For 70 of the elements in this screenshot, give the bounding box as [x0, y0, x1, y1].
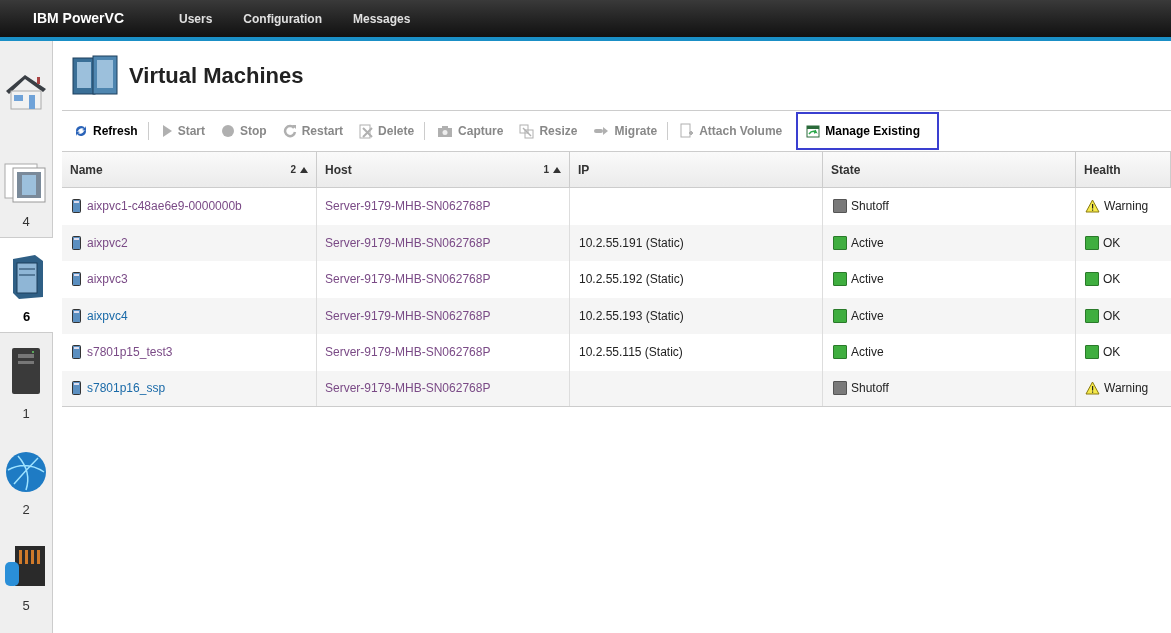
vm-name-link[interactable]: aixpvc3 [87, 270, 128, 289]
state-label: Shutoff [851, 198, 889, 216]
state-label: Active [851, 344, 884, 362]
page-title: Virtual Machines [129, 62, 304, 90]
vm-icon [72, 381, 81, 396]
resize-icon [519, 123, 535, 139]
health-label: OK [1103, 307, 1121, 325]
item-count: 5 [22, 596, 30, 615]
sort-up-icon [553, 166, 561, 173]
vm-name-link[interactable]: aixpvc1-c48ae6e9-0000000b [87, 197, 242, 216]
health-label: Warning [1104, 198, 1149, 216]
health-label: Warning [1104, 380, 1149, 398]
host-link[interactable]: Server-9179-MHB-SN062768P [325, 270, 491, 289]
menu-link[interactable]: Users [179, 9, 213, 28]
attach-volume-icon [680, 123, 695, 139]
vm-name-link[interactable]: aixpvc4 [87, 306, 128, 325]
globe-icon [4, 449, 48, 494]
ip-address: 10.2.55.193 (Static) [579, 307, 684, 325]
menu-link[interactable]: Messages [353, 9, 411, 28]
ip-address: 10.2.55.192 (Static) [579, 271, 684, 289]
vm-name-link[interactable]: s7801p16_ssp [87, 379, 166, 398]
host-link[interactable]: Server-9179-MHB-SN062768P [325, 197, 491, 216]
sort-indicator: 2 [290, 162, 308, 177]
sidebar-item[interactable]: 6 [0, 237, 53, 333]
brand-name: IBM PowerVC [33, 9, 125, 28]
sort-indicator: 1 [543, 162, 561, 177]
toolbar-button[interactable]: Refresh [68, 112, 144, 150]
play-icon [160, 124, 173, 138]
item-count: 1 [22, 404, 30, 423]
sort-up-icon [300, 166, 308, 173]
host-link[interactable]: Server-9179-MHB-SN062768P [325, 343, 491, 362]
column-header[interactable]: Health [1076, 152, 1171, 187]
host-link[interactable]: Server-9179-MHB-SN062768P [325, 233, 491, 252]
vm-name-link[interactable]: aixpvc2 [87, 233, 128, 252]
column-header[interactable]: IP [570, 152, 823, 187]
column-header[interactable]: State [823, 152, 1076, 187]
vm-icon [72, 199, 81, 214]
health-label: OK [1103, 344, 1121, 362]
vm-icon [72, 235, 81, 250]
item-count: 2 [22, 500, 30, 519]
sidebar-item[interactable]: 4 [0, 141, 52, 237]
camera-icon [437, 124, 454, 138]
item-count: 4 [22, 212, 30, 231]
ip-address: 10.2.55.115 (Static) [579, 344, 683, 362]
restart-icon [282, 124, 297, 138]
menu-link[interactable]: Configuration [243, 9, 322, 28]
sidebar-item[interactable]: 2 [0, 429, 52, 525]
health-label: OK [1103, 234, 1121, 252]
sidebar-item[interactable]: 1 [0, 333, 52, 429]
vm-name-link[interactable]: s7801p15_test3 [87, 343, 173, 362]
state-label: Active [851, 307, 884, 325]
sidebar-item[interactable]: 5 [0, 525, 52, 621]
item-count: 6 [22, 307, 31, 326]
host-link[interactable]: Server-9179-MHB-SN062768P [325, 306, 491, 325]
ip-address: 10.2.55.191 (Static) [579, 234, 684, 252]
column-header[interactable]: Name 2 [62, 152, 317, 187]
vm-icon [72, 272, 81, 287]
refresh-icon [74, 124, 88, 138]
health-label: OK [1103, 271, 1121, 289]
toolbar-button[interactable]: Manage Existing [796, 112, 940, 150]
state-label: Shutoff [851, 380, 889, 398]
column-header[interactable]: Host 1 [317, 152, 570, 187]
vm-icon [72, 345, 81, 360]
state-label: Active [851, 234, 884, 252]
vm-icon [72, 308, 81, 323]
arrow-icon [593, 126, 610, 136]
delete-icon [359, 123, 374, 139]
state-label: Active [851, 271, 884, 289]
stop-icon [221, 124, 236, 138]
host-link[interactable]: Server-9179-MHB-SN062768P [325, 379, 491, 398]
